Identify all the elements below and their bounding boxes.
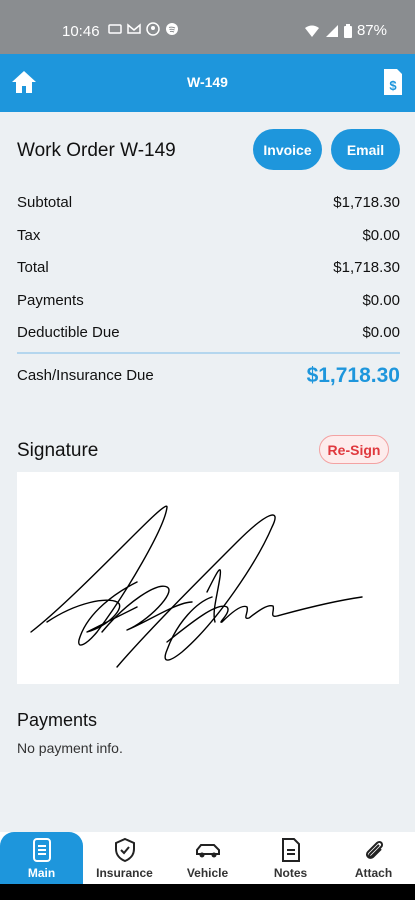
totals-row: Payments $0.00 bbox=[17, 292, 400, 309]
email-button[interactable]: Email bbox=[331, 129, 400, 170]
tab-insurance[interactable]: Insurance bbox=[83, 832, 166, 884]
system-status: 87% bbox=[304, 22, 387, 39]
battery-icon bbox=[343, 23, 352, 38]
bottom-tab-bar: Main Insurance Vehicle Notes Attach bbox=[0, 832, 415, 884]
shield-check-icon bbox=[114, 837, 135, 863]
spotify-icon bbox=[165, 22, 179, 36]
paperclip-icon bbox=[365, 840, 383, 859]
signature-image bbox=[30, 505, 363, 668]
totals-row: Deductible Due $0.00 bbox=[17, 324, 400, 341]
account-icon bbox=[146, 22, 160, 36]
totals-value: $0.00 bbox=[362, 324, 400, 341]
document-icon bbox=[32, 838, 51, 862]
totals-row: Subtotal $1,718.30 bbox=[17, 194, 400, 211]
amount-due-label: Cash/Insurance Due bbox=[17, 367, 154, 384]
work-order-title: Work Order W-149 bbox=[17, 140, 176, 161]
signature-pad[interactable] bbox=[17, 472, 399, 684]
totals-row: Total $1,718.30 bbox=[17, 259, 400, 276]
wifi-icon bbox=[304, 25, 319, 37]
totals-label: Total bbox=[17, 259, 49, 276]
totals-value: $0.00 bbox=[362, 292, 400, 309]
notes-icon bbox=[281, 838, 300, 862]
status-time: 10:46 bbox=[62, 23, 100, 40]
signature-title: Signature bbox=[17, 440, 99, 461]
amount-due-value: $1,718.30 bbox=[306, 364, 400, 387]
tab-notes[interactable]: Notes bbox=[249, 832, 332, 884]
payments-empty-text: No payment info. bbox=[17, 740, 123, 756]
invoice-doc-icon[interactable]: $ bbox=[382, 67, 404, 97]
tab-label: Notes bbox=[273, 866, 308, 880]
totals-label: Payments bbox=[17, 292, 84, 309]
status-bar: 10:46 87% bbox=[0, 0, 415, 54]
totals-label: Tax bbox=[17, 227, 41, 244]
gmail-icon bbox=[127, 22, 141, 36]
payments-title: Payments bbox=[17, 710, 98, 730]
car-icon bbox=[195, 844, 220, 858]
totals-row: Tax $0.00 bbox=[17, 227, 400, 244]
totals-label: Subtotal bbox=[17, 194, 73, 211]
tab-main[interactable]: Main bbox=[0, 832, 83, 884]
system-nav-strip bbox=[0, 884, 415, 900]
resign-button[interactable]: Re-Sign bbox=[319, 435, 389, 464]
invoice-button[interactable]: Invoice bbox=[253, 129, 322, 170]
totals-value: $1,718.30 bbox=[333, 194, 400, 211]
totals-value: $0.00 bbox=[362, 227, 400, 244]
top-app-bar: W-149 $ bbox=[0, 54, 415, 112]
tab-label: Attach bbox=[354, 866, 393, 880]
tab-attach[interactable]: Attach bbox=[332, 832, 415, 884]
signal-icon bbox=[325, 24, 338, 37]
notification-icons bbox=[108, 22, 179, 36]
tab-label: Vehicle bbox=[186, 866, 229, 880]
totals-value: $1,718.30 bbox=[333, 259, 400, 276]
totals-divider bbox=[17, 352, 400, 354]
svg-text:$: $ bbox=[389, 78, 397, 93]
battery-percent: 87% bbox=[356, 22, 387, 39]
page-title: W-149 bbox=[187, 74, 228, 90]
tab-vehicle[interactable]: Vehicle bbox=[166, 832, 249, 884]
tab-label: Main bbox=[27, 866, 56, 880]
tab-label: Insurance bbox=[96, 866, 153, 880]
totals-label: Deductible Due bbox=[17, 324, 120, 341]
notification-icon bbox=[108, 22, 122, 36]
